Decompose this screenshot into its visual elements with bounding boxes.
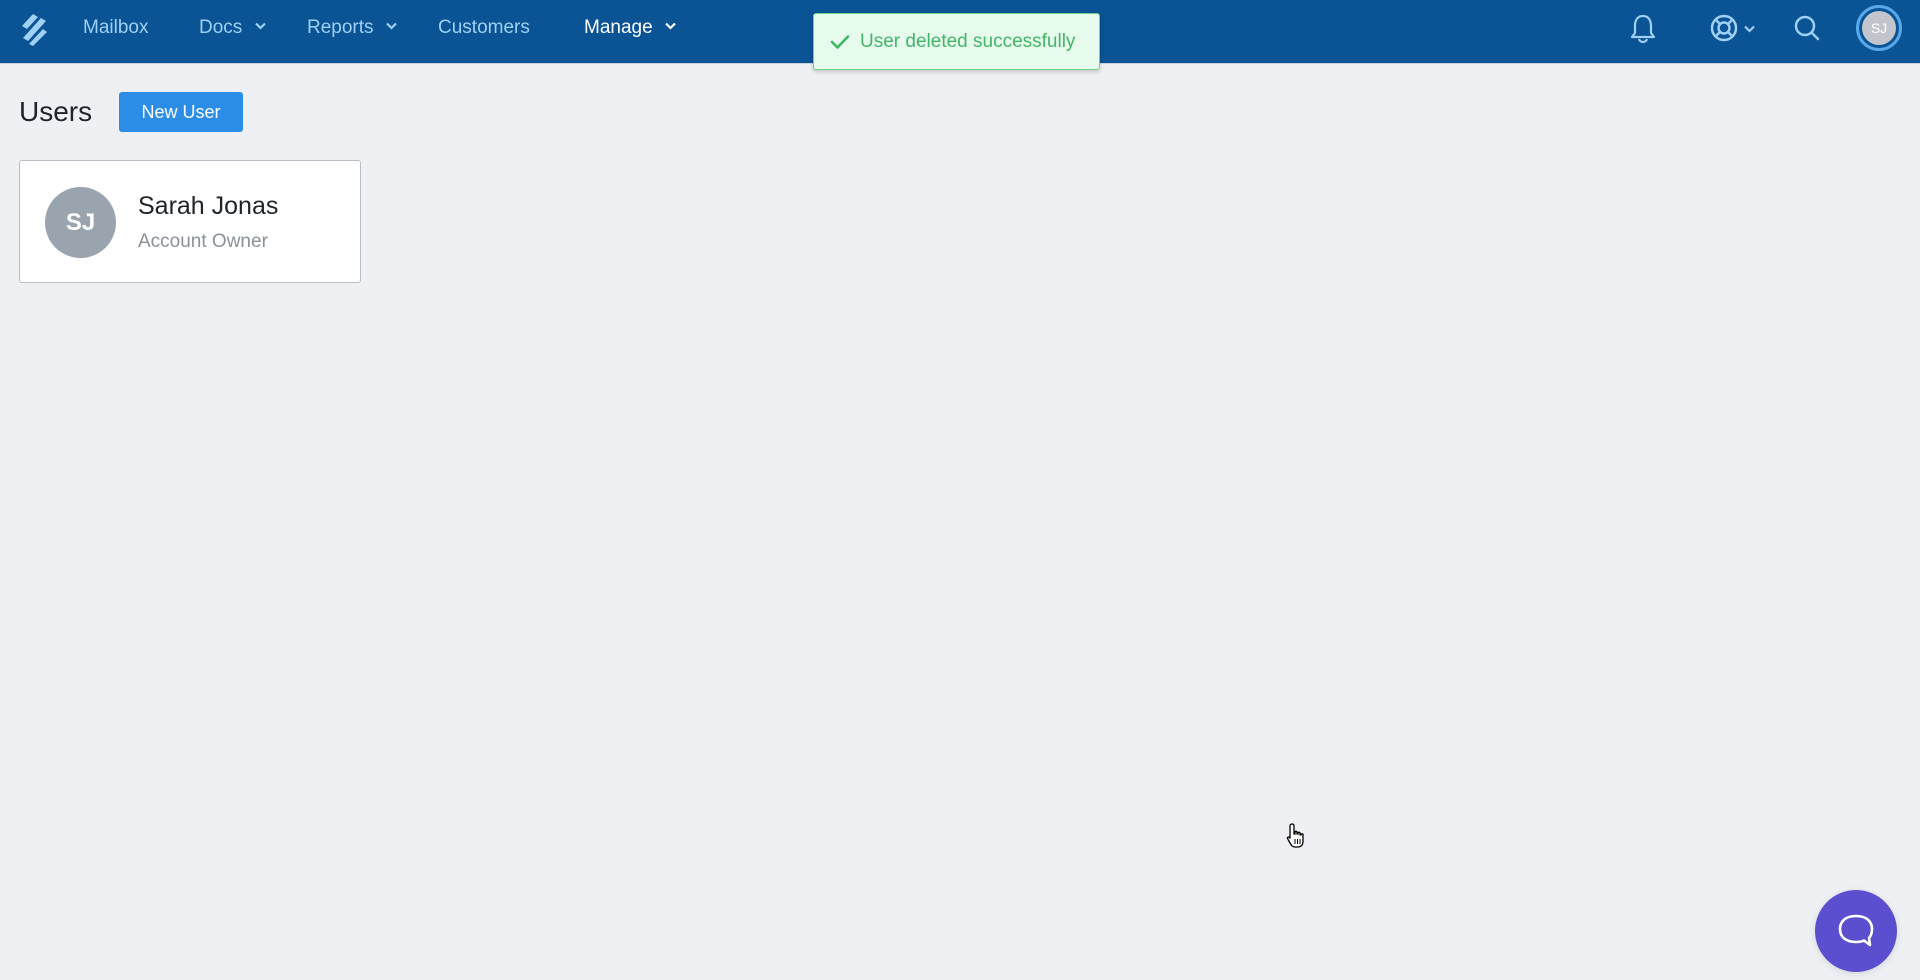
user-role: Account Owner bbox=[138, 231, 268, 252]
success-toast: User deleted successfully bbox=[813, 13, 1100, 70]
logo-icon[interactable] bbox=[19, 12, 49, 46]
bell-icon[interactable] bbox=[1629, 13, 1657, 45]
chat-bubble-icon bbox=[1838, 914, 1874, 947]
chat-launcher-button[interactable] bbox=[1815, 890, 1897, 972]
chevron-down-icon bbox=[386, 22, 397, 30]
nav-mailbox[interactable]: Mailbox bbox=[83, 0, 148, 64]
avatar: SJ bbox=[1862, 11, 1896, 45]
nav-docs[interactable]: Docs bbox=[199, 0, 266, 64]
nav-manage[interactable]: Manage bbox=[584, 0, 676, 64]
new-user-button[interactable]: New User bbox=[119, 92, 243, 132]
nav-customers[interactable]: Customers bbox=[438, 0, 530, 64]
nav-reports[interactable]: Reports bbox=[307, 0, 397, 64]
page-title: Users bbox=[19, 96, 93, 127]
help-menu[interactable] bbox=[1709, 13, 1759, 43]
chevron-down-icon bbox=[254, 22, 266, 30]
user-name: Sarah Jonas bbox=[138, 192, 279, 220]
avatar: SJ bbox=[45, 187, 116, 258]
help-lifebuoy-icon bbox=[1710, 14, 1738, 42]
check-icon bbox=[830, 34, 850, 49]
chevron-down-icon bbox=[1744, 25, 1755, 33]
user-card[interactable]: SJ Sarah Jonas Account Owner bbox=[19, 160, 361, 283]
pointer-cursor-icon bbox=[1286, 823, 1304, 848]
toast-message: User deleted successfully bbox=[860, 30, 1076, 52]
search-icon[interactable] bbox=[1793, 14, 1821, 42]
user-avatar-menu[interactable]: SJ bbox=[1856, 5, 1902, 51]
chevron-down-icon bbox=[665, 22, 676, 30]
